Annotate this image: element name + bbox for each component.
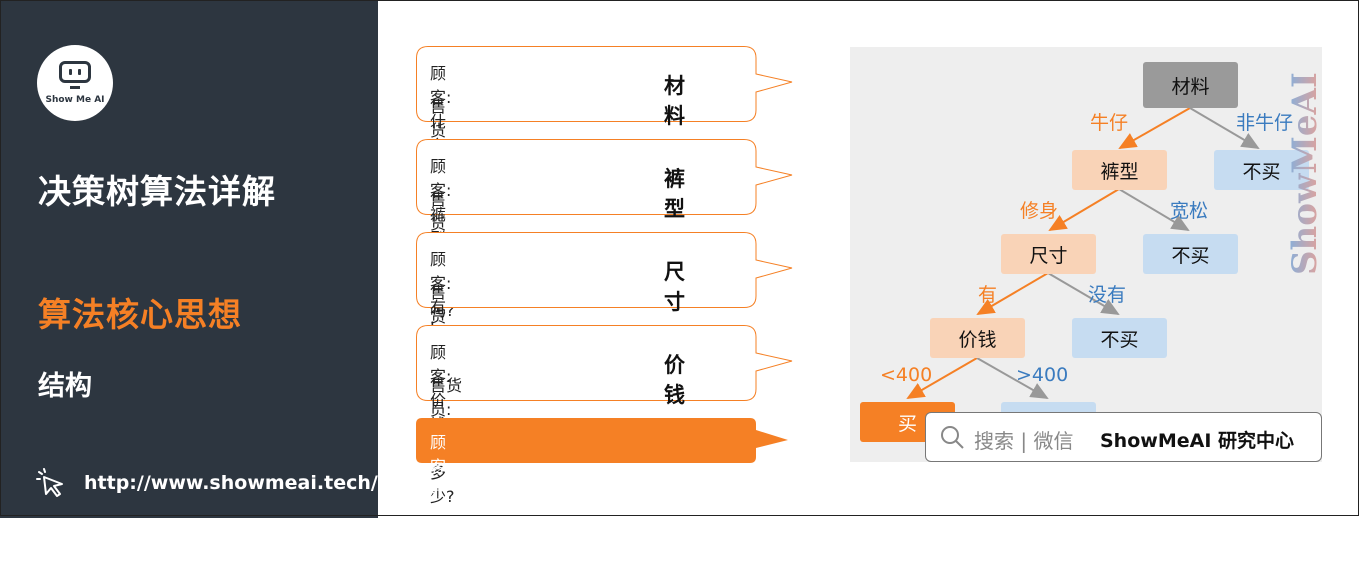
- search-banner: 搜索 | 微信 ShowMeAI 研究中心: [925, 412, 1322, 462]
- search-icon: [941, 426, 964, 449]
- edge-label-denim: 牛仔: [1090, 112, 1129, 134]
- edge-label-has: 有: [978, 284, 998, 306]
- edge-label-loose: 宽松: [1170, 200, 1209, 222]
- search-brand: ShowMeAI 研究中心: [1100, 430, 1294, 452]
- edge-label-has-not: 没有: [1088, 284, 1127, 306]
- search-hint: 搜索 | 微信: [974, 429, 1074, 453]
- tree-leaf-no-buy: 不买: [1072, 318, 1167, 358]
- showmeai-watermark: ShowMeAI: [1286, 72, 1325, 275]
- tree-leaf-no-buy: 不买: [1143, 234, 1238, 274]
- edge-label-gt400: >400: [1016, 364, 1069, 386]
- tree-node-fit: 裤型: [1072, 150, 1167, 190]
- edge-label-lt400: <400: [880, 364, 933, 386]
- edge-label-not-denim: 非牛仔: [1236, 112, 1294, 134]
- svg-text:ShowMeAI: ShowMeAI: [1286, 72, 1325, 275]
- edge-label-slim: 修身: [1020, 200, 1059, 222]
- tree-node-price: 价钱: [930, 318, 1025, 358]
- tree-node-root: 材料: [1143, 62, 1238, 108]
- tree-node-size: 尺寸: [1001, 234, 1096, 274]
